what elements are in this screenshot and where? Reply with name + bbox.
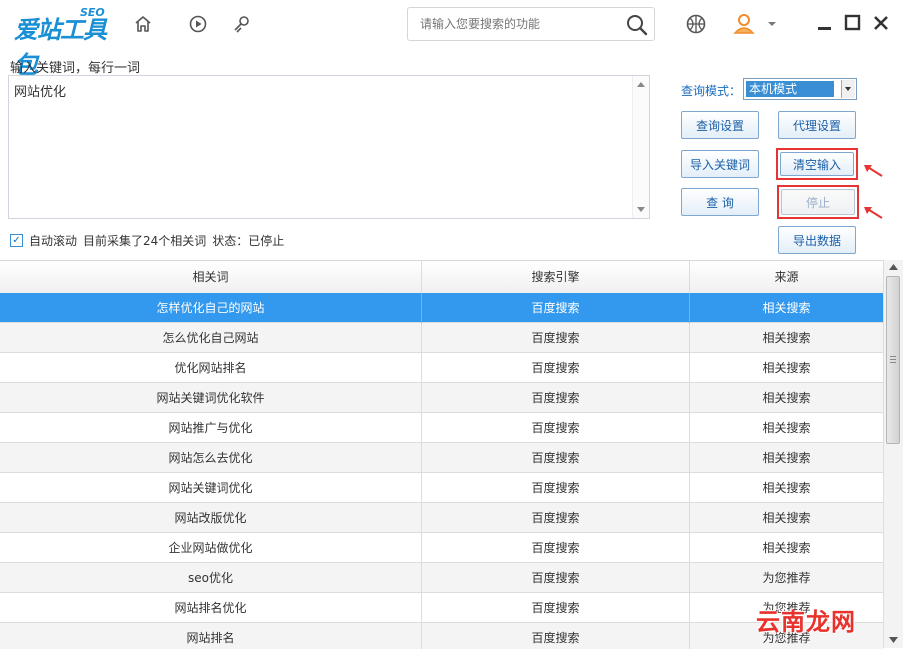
cell-engine: 百度搜索	[422, 473, 690, 503]
maximize-icon[interactable]	[844, 14, 862, 32]
cell-source: 相关搜索	[762, 361, 811, 375]
cell-engine: 百度搜索	[422, 593, 690, 623]
column-header-engine[interactable]: 搜索引擎	[422, 261, 690, 293]
cell-keyword: 网站排名优化	[0, 593, 422, 623]
table-header: 相关词 搜索引擎 来源	[0, 261, 883, 294]
import-keywords-button[interactable]: 导入关键词	[681, 150, 759, 178]
play-icon[interactable]	[184, 10, 212, 38]
cell-keyword: 网站关键词优化软件	[0, 383, 422, 413]
table-row[interactable]: 网站关键词优化软件 百度搜索 相关搜索	[0, 383, 883, 413]
cell-engine: 百度搜索	[422, 413, 690, 443]
app-logo: 爱站工具包 SEO	[14, 6, 114, 79]
textarea-scrollbar[interactable]	[632, 76, 649, 218]
state-text: 状态：已停止	[212, 234, 285, 248]
close-icon[interactable]	[872, 14, 890, 32]
cell-engine: 百度搜索	[422, 293, 690, 323]
cell-source: 相关搜索	[762, 511, 811, 525]
cell-engine: 百度搜索	[422, 383, 690, 413]
column-header-source[interactable]: 来源	[690, 261, 883, 293]
tools-icon[interactable]	[228, 10, 256, 38]
dropdown-arrow-icon[interactable]	[841, 80, 855, 98]
query-mode-value[interactable]: 本机模式	[746, 81, 834, 97]
cell-keyword: 怎样优化自己的网站	[0, 293, 422, 323]
home-icon[interactable]	[129, 10, 157, 38]
cell-keyword: 网站怎么去优化	[0, 443, 422, 473]
table-row[interactable]: 网站怎么去优化 百度搜索 相关搜索	[0, 443, 883, 473]
query-mode-label: 查询模式：	[681, 84, 742, 98]
feature-search[interactable]	[407, 7, 655, 41]
cell-keyword: 企业网站做优化	[0, 533, 422, 563]
table-row[interactable]: 网站排名 百度搜索 为您推荐	[0, 623, 883, 649]
cell-source: 相关搜索	[762, 391, 811, 405]
search-icon[interactable]	[624, 12, 650, 38]
cell-engine: 百度搜索	[422, 353, 690, 383]
table-row[interactable]: 怎样优化自己的网站 百度搜索 相关搜索	[0, 293, 883, 323]
cell-engine: 百度搜索	[422, 323, 690, 353]
table-row[interactable]: 企业网站做优化 百度搜索 相关搜索	[0, 533, 883, 563]
cell-keyword: 网站改版优化	[0, 503, 422, 533]
table-row[interactable]: 优化网站排名 百度搜索 相关搜索	[0, 353, 883, 383]
keyword-input-label: 输入关键词，每行一词	[10, 61, 141, 76]
cell-engine: 百度搜索	[422, 533, 690, 563]
scroll-up-icon[interactable]	[889, 264, 898, 270]
cell-keyword: 网站排名	[0, 623, 422, 649]
cell-engine: 百度搜索	[422, 563, 690, 593]
clear-input-highlight	[776, 148, 858, 180]
red-arrow-icon	[864, 165, 883, 177]
auto-scroll-label[interactable]: 自动滚动	[29, 232, 77, 249]
cell-engine: 百度搜索	[422, 623, 690, 649]
cell-keyword: seo优化	[0, 563, 422, 593]
basketball-icon[interactable]	[682, 10, 710, 38]
cell-keyword: 优化网站排名	[0, 353, 422, 383]
scrollbar-thumb[interactable]	[886, 276, 900, 444]
cell-source: 相关搜索	[762, 421, 811, 435]
user-icon[interactable]	[730, 10, 758, 38]
cell-keyword: 网站推广与优化	[0, 413, 422, 443]
results-table: 相关词 搜索引擎 来源 怎样优化自己的网站 百度搜索 相关搜索 怎么优化自己网站 百度搜…	[0, 260, 883, 649]
table-row[interactable]: 网站改版优化 百度搜索 相关搜索	[0, 503, 883, 533]
keyword-textarea[interactable]: 网站优化	[8, 75, 650, 219]
cell-engine: 百度搜索	[422, 443, 690, 473]
column-header-keyword[interactable]: 相关词	[0, 261, 422, 293]
scroll-up-icon[interactable]	[637, 82, 645, 87]
stop-highlight	[777, 185, 859, 219]
table-row[interactable]: 网站推广与优化 百度搜索 相关搜索	[0, 413, 883, 443]
proxy-settings-button[interactable]: 代理设置	[778, 111, 856, 139]
cell-engine: 百度搜索	[422, 503, 690, 533]
table-row[interactable]: 网站关键词优化 百度搜索 相关搜索	[0, 473, 883, 503]
chevron-down-icon[interactable]	[762, 10, 782, 38]
cell-keyword: 网站关键词优化	[0, 473, 422, 503]
auto-scroll-checkbox[interactable]: ✓	[10, 234, 23, 247]
table-scrollbar[interactable]	[883, 260, 903, 648]
status-bar: ✓ 自动滚动 目前采集了24个相关词 状态：已停止	[10, 232, 284, 249]
scroll-down-icon[interactable]	[637, 207, 645, 212]
minimize-icon[interactable]	[816, 14, 834, 32]
table-row[interactable]: 怎么优化自己网站 百度搜索 相关搜索	[0, 323, 883, 353]
collected-count-text: 目前采集了24个相关词	[83, 234, 207, 248]
title-bar: 爱站工具包 SEO	[0, 0, 903, 79]
query-settings-button[interactable]: 查询设置	[681, 111, 759, 139]
scroll-down-icon[interactable]	[889, 637, 898, 643]
cell-source: 相关搜索	[762, 541, 811, 555]
query-button[interactable]: 查 询	[681, 188, 759, 216]
export-data-button[interactable]: 导出数据	[778, 226, 856, 254]
search-input[interactable]	[418, 16, 622, 32]
watermark: 云南龙网	[756, 608, 856, 636]
keyword-textarea-value[interactable]: 网站优化	[14, 81, 66, 100]
table-row[interactable]: 网站排名优化 百度搜索 为您推荐	[0, 593, 883, 623]
cell-source: 为您推荐	[762, 571, 811, 585]
cell-source: 相关搜索	[762, 451, 811, 465]
cell-keyword: 怎么优化自己网站	[0, 323, 422, 353]
red-arrow-icon	[864, 207, 883, 219]
query-mode-select[interactable]: 本机模式	[743, 78, 857, 100]
logo-badge: SEO	[80, 6, 105, 19]
cell-source: 相关搜索	[762, 481, 811, 495]
cell-source: 相关搜索	[762, 331, 811, 345]
cell-source: 相关搜索	[762, 301, 811, 315]
table-row[interactable]: seo优化 百度搜索 为您推荐	[0, 563, 883, 593]
